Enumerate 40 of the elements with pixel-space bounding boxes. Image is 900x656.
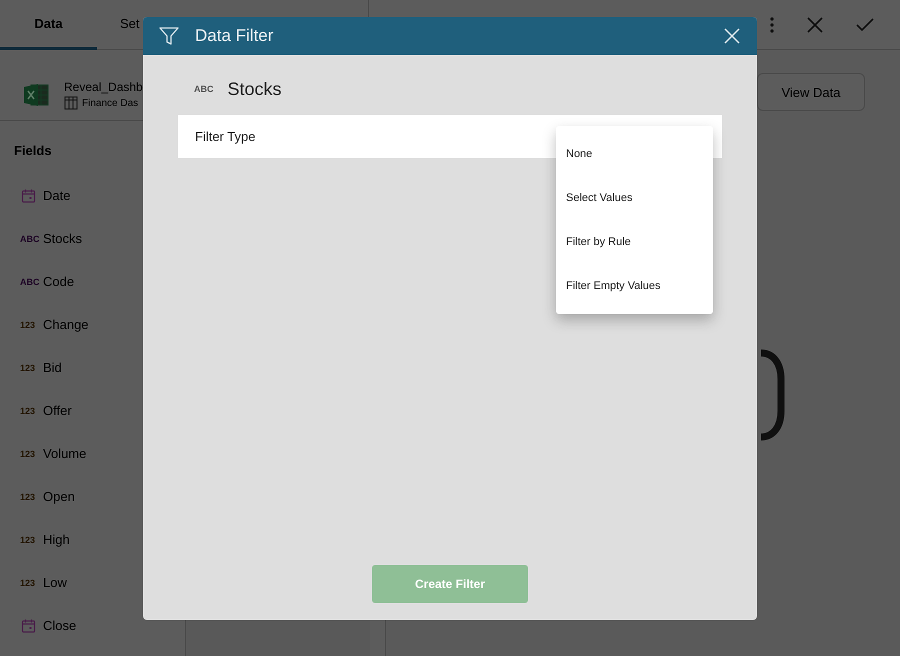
field-name[interactable]: Date xyxy=(43,188,70,203)
field-name[interactable]: Offer xyxy=(43,403,72,418)
field-name: Stocks xyxy=(228,78,282,100)
file-name: Reveal_Dashb xyxy=(64,80,143,94)
field-name[interactable]: Stocks xyxy=(43,231,82,246)
dialog-title: Data Filter xyxy=(195,26,274,46)
tab[interactable]: Set xyxy=(120,0,140,50)
type-label: 123 xyxy=(20,320,36,330)
spreadsheet-file-icon xyxy=(22,81,50,109)
field-name[interactable]: Bid xyxy=(43,360,62,375)
close-icon[interactable] xyxy=(807,16,823,32)
checkmark-icon[interactable] xyxy=(856,18,874,32)
type-label: ABC xyxy=(20,276,37,286)
type-label: 123 xyxy=(20,578,36,588)
field-name[interactable]: Close xyxy=(43,618,76,633)
type-label: 123 xyxy=(20,534,36,544)
sheet-name: Finance Das xyxy=(82,98,138,108)
view-data-button[interactable]: View Data xyxy=(757,73,865,111)
type-label: 123 xyxy=(20,406,36,416)
type-label: 123 xyxy=(20,492,36,502)
more-options-icon[interactable] xyxy=(770,16,774,32)
calendar-icon xyxy=(20,188,37,202)
type-label: 123 xyxy=(20,448,36,458)
type-label: ABC xyxy=(20,234,37,244)
field-name[interactable]: High xyxy=(43,532,70,547)
field-name[interactable]: Code xyxy=(43,274,74,289)
section-title: Fields xyxy=(13,142,53,158)
type-label: 123 xyxy=(20,362,36,372)
menu-item[interactable]: Select Values xyxy=(556,176,713,220)
menu-item[interactable]: Filter by Rule xyxy=(556,220,713,264)
field-name[interactable]: Volume xyxy=(43,446,86,461)
calendar-icon xyxy=(20,618,37,632)
table-icon xyxy=(64,96,78,110)
type-label: ABC xyxy=(194,84,214,94)
field-name[interactable]: Low xyxy=(43,575,67,590)
field-name[interactable]: Change xyxy=(43,317,89,332)
field-label: Filter Type xyxy=(195,129,256,144)
menu-item[interactable]: Filter Empty Values xyxy=(556,264,713,308)
filter-icon xyxy=(159,26,179,46)
field-name[interactable]: Open xyxy=(43,489,75,504)
